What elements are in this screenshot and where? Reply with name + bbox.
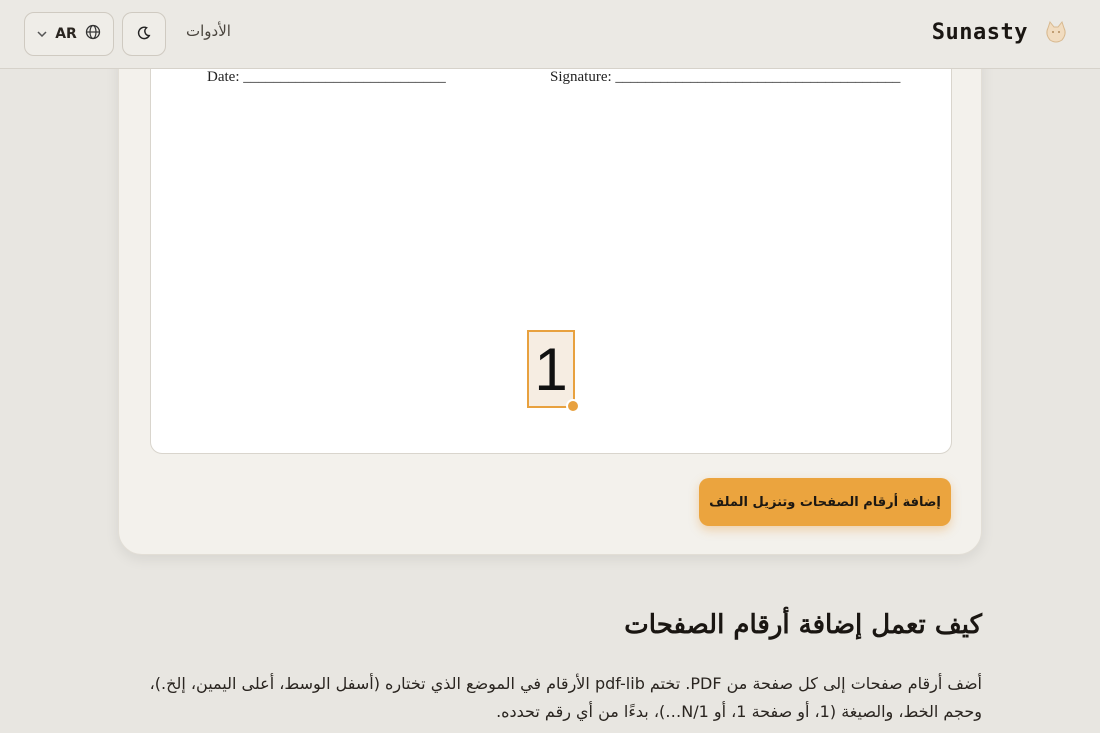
- add-page-numbers-button[interactable]: إضافة أرقام الصفحات وتنزيل الملف: [699, 478, 951, 526]
- globe-icon: [85, 24, 101, 44]
- section-description: أضف أرقام صفحات إلى كل صفحة من PDF. تختم…: [149, 674, 982, 721]
- tool-card: Date: ___________________________ Signat…: [118, 40, 982, 555]
- brand-name: Sunasty: [931, 19, 1028, 45]
- language-code: AR: [55, 26, 77, 42]
- language-selector[interactable]: AR: [24, 12, 114, 56]
- moon-icon: [137, 25, 151, 44]
- theme-toggle-button[interactable]: [122, 12, 166, 56]
- tools-nav-link[interactable]: الأدوات: [186, 22, 231, 40]
- signature-line: Signature: _____________________________…: [550, 69, 901, 85]
- pdf-preview: Date: ___________________________ Signat…: [150, 41, 952, 454]
- cat-logo-icon: [1040, 16, 1072, 48]
- top-header: AR الأدوات Sunasty: [0, 0, 1100, 69]
- chevron-down-icon: [37, 29, 47, 40]
- date-line: Date: ___________________________: [207, 69, 446, 85]
- section-title: كيف تعمل إضافة أرقام الصفحات: [624, 610, 982, 640]
- resize-handle[interactable]: [566, 399, 580, 413]
- brand[interactable]: Sunasty: [932, 16, 1072, 48]
- page-number-stamp[interactable]: 1: [527, 330, 575, 408]
